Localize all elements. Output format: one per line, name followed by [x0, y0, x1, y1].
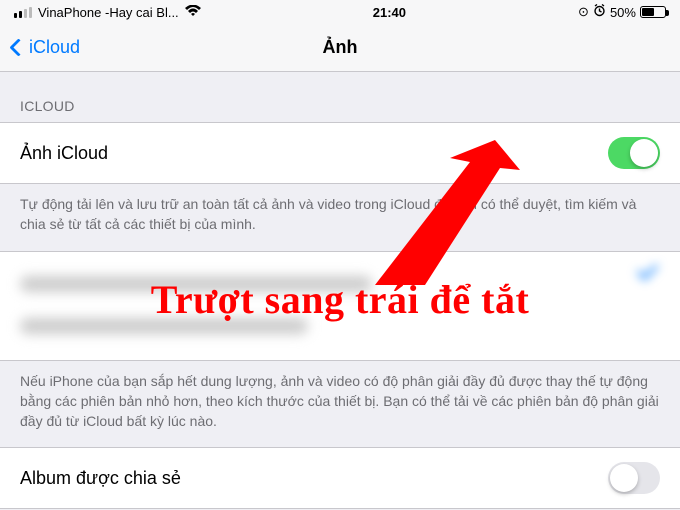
list-item — [20, 276, 372, 292]
row-shared-album: Album được chia sẻ — [0, 447, 680, 509]
checkmark-icon — [638, 264, 660, 286]
shared-album-toggle[interactable] — [608, 462, 660, 494]
battery-icon — [640, 6, 666, 18]
list-item — [20, 318, 308, 334]
storage-description: Nếu iPhone của bạn sắp hết dung lượng, ả… — [0, 361, 680, 448]
row-icloud-photos: Ảnh iCloud — [0, 122, 680, 184]
icloud-photos-toggle[interactable] — [608, 137, 660, 169]
page-title: Ảnh — [323, 37, 358, 58]
back-label: iCloud — [29, 37, 80, 58]
nav-bar: iCloud Ảnh — [0, 24, 680, 72]
alarm-icon — [593, 4, 606, 20]
rotation-lock-icon: ⊙ — [578, 4, 589, 20]
icloud-photos-description: Tự động tải lên và lưu trữ an toàn tất c… — [0, 184, 680, 251]
section-header-icloud: ICLOUD — [0, 72, 680, 122]
chevron-left-icon — [9, 38, 27, 56]
carrier-label: VinaPhone -Hay cai Bl... — [38, 5, 179, 20]
back-button[interactable]: iCloud — [12, 37, 80, 58]
storage-options-blurred — [0, 251, 680, 361]
wifi-icon — [185, 5, 201, 20]
battery-pct: 50% — [610, 5, 636, 20]
row-label: Album được chia sẻ — [20, 468, 181, 489]
status-bar: VinaPhone -Hay cai Bl... 21:40 ⊙ 50% — [0, 0, 680, 24]
settings-screen: VinaPhone -Hay cai Bl... 21:40 ⊙ 50% iCl… — [0, 0, 680, 510]
signal-icon — [14, 7, 32, 18]
row-label: Ảnh iCloud — [20, 143, 108, 164]
clock: 21:40 — [373, 5, 406, 20]
